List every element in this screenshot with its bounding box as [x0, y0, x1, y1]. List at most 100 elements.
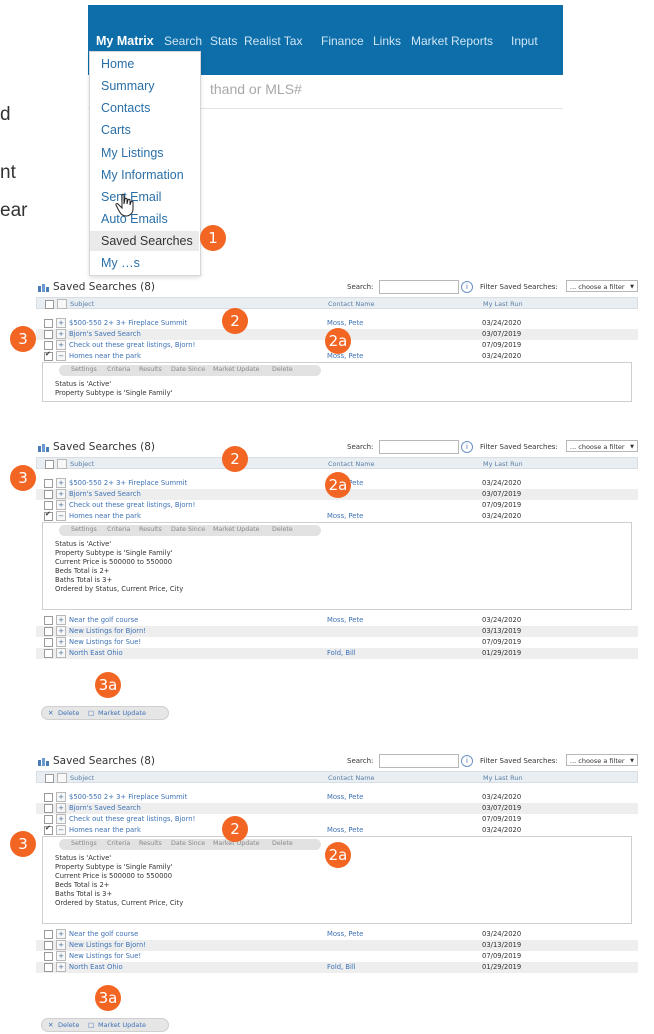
row-checkbox[interactable] — [44, 941, 53, 950]
row-expand-toggle[interactable]: + — [56, 478, 66, 488]
row-checkbox[interactable] — [44, 319, 53, 328]
menu-item-carts[interactable]: Carts — [101, 123, 131, 137]
row-expand-toggle[interactable]: + — [56, 500, 66, 510]
row-subject[interactable]: Check out these great listings, Bjorn! — [69, 501, 195, 509]
row-contact[interactable]: Moss, Pete — [327, 826, 363, 834]
menu-item-my-listings[interactable]: My Listings — [101, 146, 164, 160]
calendar-icon[interactable]: □ — [88, 1021, 94, 1029]
row-collapse-toggle[interactable]: − — [56, 511, 66, 521]
table-row[interactable]: + Near the golf course Moss, Pete 03/24/… — [36, 615, 638, 626]
table-row[interactable]: + Near the golf course Moss, Pete 03/24/… — [36, 929, 638, 940]
col-subject[interactable]: Subject — [70, 774, 94, 782]
row-subject[interactable]: Homes near the park — [69, 352, 141, 360]
table-row[interactable]: + Check out these great listings, Bjorn!… — [36, 500, 638, 511]
action-settings[interactable]: Settings — [71, 840, 97, 847]
table-row[interactable]: + Check out these great listings, Bjorn!… — [36, 814, 638, 825]
row-subject[interactable]: Near the golf course — [69, 616, 138, 624]
row-collapse-toggle[interactable]: − — [56, 825, 66, 835]
action-criteria[interactable]: Criteria — [107, 840, 130, 847]
expand-all-toggle[interactable] — [57, 773, 67, 783]
row-checkbox[interactable] — [44, 501, 53, 510]
row-checkbox[interactable] — [44, 627, 53, 636]
search-input[interactable] — [379, 440, 459, 454]
row-subject[interactable]: $500-550 2+ 3+ Fireplace Summit — [69, 319, 187, 327]
nav-realist-tax[interactable]: Realist Tax — [244, 34, 302, 48]
action-date-since[interactable]: Date Since — [171, 840, 205, 847]
menu-item-home[interactable]: Home — [101, 57, 134, 71]
table-row[interactable]: + New Listings for Bjorn! 03/13/2019 — [36, 940, 638, 951]
row-checkbox-checked[interactable] — [44, 350, 53, 361]
action-criteria[interactable]: Criteria — [107, 366, 130, 373]
filter-select[interactable]: ... choose a filter — [566, 754, 638, 767]
table-row-selected[interactable]: − Homes near the park Moss, Pete 03/24/2… — [36, 510, 638, 522]
table-row[interactable]: + New Listings for Sue! 07/09/2019 — [36, 637, 638, 648]
row-checkbox[interactable] — [44, 793, 53, 802]
action-delete[interactable]: Delete — [272, 526, 293, 533]
calendar-icon[interactable]: □ — [88, 709, 94, 717]
row-checkbox[interactable] — [44, 616, 53, 625]
col-last-run[interactable]: My Last Run — [483, 460, 523, 468]
row-contact[interactable]: Moss, Pete — [327, 793, 363, 801]
row-expand-toggle[interactable]: + — [56, 615, 66, 625]
row-checkbox[interactable] — [44, 963, 53, 972]
col-subject[interactable]: Subject — [70, 300, 94, 308]
row-checkbox[interactable] — [44, 330, 53, 339]
row-checkbox[interactable] — [44, 952, 53, 961]
search-input[interactable] — [379, 754, 459, 768]
row-collapse-toggle[interactable]: − — [56, 351, 66, 361]
market-update-button[interactable]: Market Update — [98, 709, 146, 717]
table-row-selected[interactable]: − Homes near the park Moss, Pete 03/24/2… — [36, 824, 638, 836]
row-subject[interactable]: $500-550 2+ 3+ Fireplace Summit — [69, 479, 187, 487]
row-subject[interactable]: Check out these great listings, Bjorn! — [69, 815, 195, 823]
row-checkbox[interactable] — [44, 479, 53, 488]
row-expand-toggle[interactable]: + — [56, 329, 66, 339]
action-date-since[interactable]: Date Since — [171, 526, 205, 533]
action-results[interactable]: Results — [139, 840, 162, 847]
row-checkbox[interactable] — [44, 490, 53, 499]
row-subject[interactable]: Check out these great listings, Bjorn! — [69, 341, 195, 349]
action-market-update[interactable]: Market Update — [213, 366, 259, 373]
row-expand-toggle[interactable]: + — [56, 962, 66, 972]
nav-finance[interactable]: Finance — [321, 34, 364, 48]
action-date-since[interactable]: Date Since — [171, 366, 205, 373]
menu-item-saved-searches[interactable]: Saved Searches — [90, 231, 199, 251]
col-contact-name[interactable]: Contact Name — [328, 774, 375, 782]
nav-my-matrix[interactable]: My Matrix — [96, 34, 154, 48]
menu-item-my-information[interactable]: My Information — [101, 168, 184, 182]
col-last-run[interactable]: My Last Run — [483, 300, 523, 308]
nav-search[interactable]: Search — [164, 34, 202, 48]
info-icon[interactable]: i — [461, 441, 473, 453]
table-row[interactable]: + North East Ohio Fold, Bill 01/29/2019 — [36, 962, 638, 973]
info-icon[interactable]: i — [461, 755, 473, 767]
expand-all-toggle[interactable] — [57, 299, 67, 309]
row-expand-toggle[interactable]: + — [56, 637, 66, 647]
row-expand-toggle[interactable]: + — [56, 489, 66, 499]
row-expand-toggle[interactable]: + — [56, 648, 66, 658]
expand-all-toggle[interactable] — [57, 459, 67, 469]
nav-links[interactable]: Links — [373, 34, 401, 48]
row-checkbox-checked[interactable] — [44, 510, 53, 521]
row-contact[interactable]: Moss, Pete — [327, 512, 363, 520]
delete-x-icon[interactable]: ✕ — [48, 709, 53, 717]
info-icon[interactable]: i — [461, 281, 473, 293]
action-criteria[interactable]: Criteria — [107, 526, 130, 533]
market-update-button[interactable]: Market Update — [98, 1021, 146, 1029]
delete-x-icon[interactable]: ✕ — [48, 1021, 53, 1029]
delete-button[interactable]: Delete — [58, 709, 79, 717]
row-expand-toggle[interactable]: + — [56, 940, 66, 950]
row-expand-toggle[interactable]: + — [56, 951, 66, 961]
row-contact[interactable]: Moss, Pete — [327, 616, 363, 624]
row-subject[interactable]: Bjorn's Saved Search — [69, 804, 141, 812]
col-subject[interactable]: Subject — [70, 460, 94, 468]
row-subject[interactable]: Bjorn's Saved Search — [69, 490, 141, 498]
action-market-update[interactable]: Market Update — [213, 526, 259, 533]
delete-button[interactable]: Delete — [58, 1021, 79, 1029]
row-checkbox[interactable] — [44, 649, 53, 658]
row-checkbox-checked[interactable] — [44, 824, 53, 835]
select-all-checkbox[interactable] — [45, 300, 54, 309]
row-checkbox[interactable] — [44, 930, 53, 939]
row-checkbox[interactable] — [44, 815, 53, 824]
row-expand-toggle[interactable]: + — [56, 814, 66, 824]
row-expand-toggle[interactable]: + — [56, 318, 66, 328]
row-subject[interactable]: North East Ohio — [69, 649, 123, 657]
